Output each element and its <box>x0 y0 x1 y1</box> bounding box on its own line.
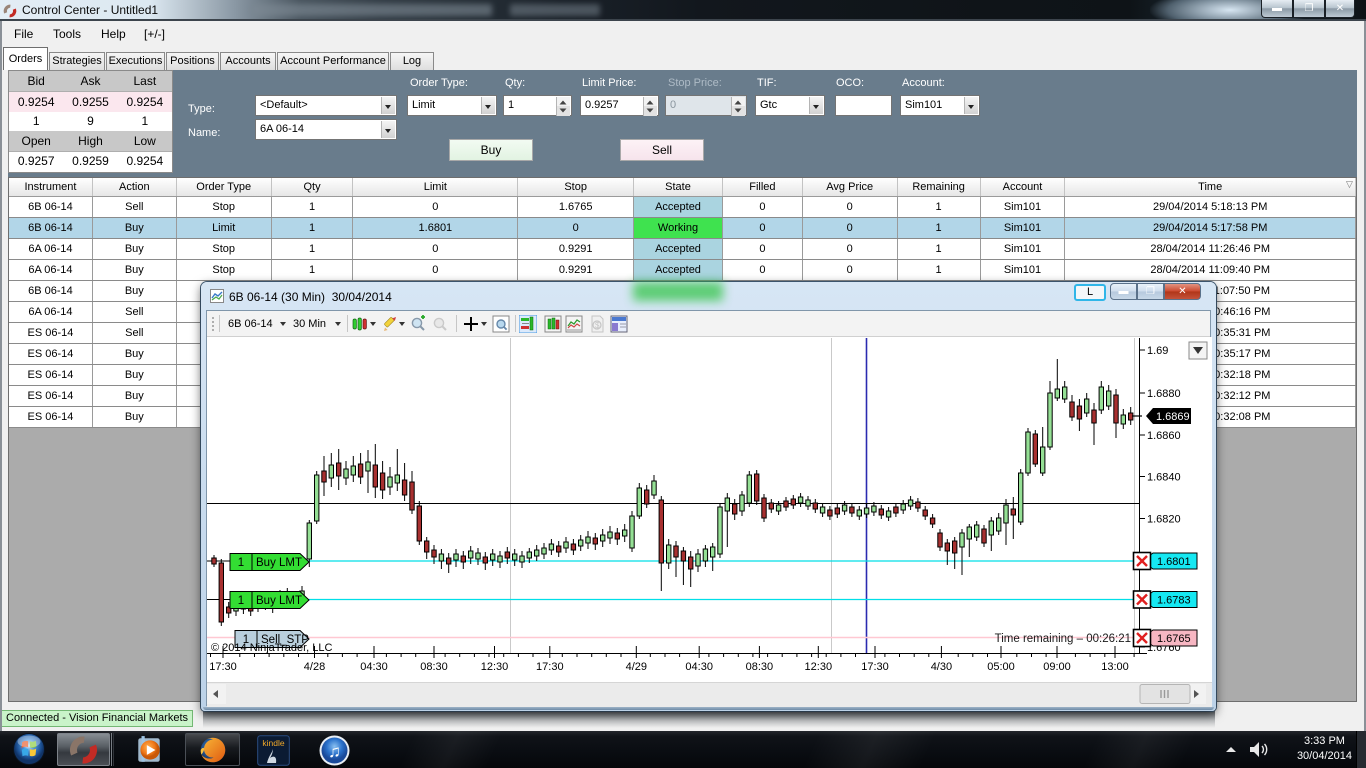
svg-text:1.6783: 1.6783 <box>1157 595 1191 607</box>
svg-text:1.6801: 1.6801 <box>1157 556 1191 568</box>
svg-text:09:00: 09:00 <box>1043 661 1071 673</box>
svg-text:08:30: 08:30 <box>420 661 448 673</box>
svg-text:1.69: 1.69 <box>1147 345 1168 357</box>
svg-text:1.6880: 1.6880 <box>1147 388 1181 400</box>
svg-text:4/29: 4/29 <box>626 661 647 673</box>
svg-text:13:00: 13:00 <box>1101 661 1129 673</box>
svg-text:1.6840: 1.6840 <box>1147 472 1181 484</box>
svg-text:1.6860: 1.6860 <box>1147 430 1181 442</box>
svg-text:04:30: 04:30 <box>360 661 388 673</box>
svg-text:04:30: 04:30 <box>685 661 713 673</box>
svg-text:4/30: 4/30 <box>931 661 952 673</box>
svg-text:05:00: 05:00 <box>987 661 1015 673</box>
svg-text:1: 1 <box>238 595 244 607</box>
svg-text:12:30: 12:30 <box>805 661 833 673</box>
svg-text:$: $ <box>595 321 600 330</box>
svg-text:♫: ♫ <box>328 742 341 761</box>
svg-text:© 2014 NinjaTrader, LLC: © 2014 NinjaTrader, LLC <box>211 642 332 654</box>
svg-text:17:30: 17:30 <box>536 661 564 673</box>
svg-text:Time remaining – 00:26:21: Time remaining – 00:26:21 <box>995 633 1131 645</box>
svg-text:4/28: 4/28 <box>304 661 325 673</box>
svg-text:17:30: 17:30 <box>861 661 889 673</box>
svg-text:Buy LMT: Buy LMT <box>256 557 302 569</box>
svg-text:17:30: 17:30 <box>209 661 237 673</box>
svg-text:kindle: kindle <box>262 738 284 748</box>
svg-text:1.6765: 1.6765 <box>1157 633 1191 645</box>
svg-text:Buy LMT: Buy LMT <box>256 595 302 607</box>
svg-text:08:30: 08:30 <box>746 661 774 673</box>
svg-text:1: 1 <box>238 557 244 569</box>
svg-text:12:30: 12:30 <box>481 661 509 673</box>
svg-text:1.6820: 1.6820 <box>1147 514 1181 526</box>
svg-text:1.6869: 1.6869 <box>1156 411 1190 423</box>
